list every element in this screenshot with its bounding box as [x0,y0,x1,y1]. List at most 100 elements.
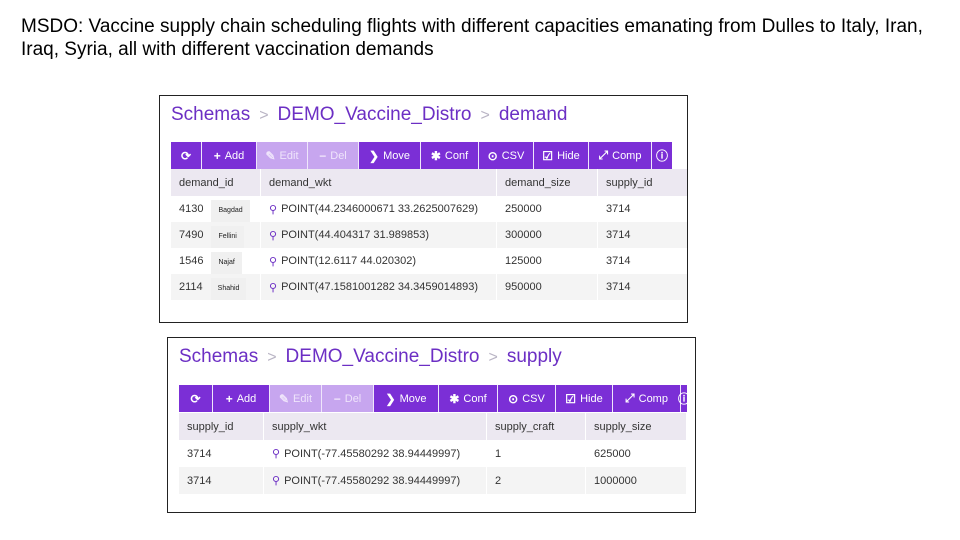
edit-button[interactable]: ✎ Edit [270,385,322,412]
pencil-icon: ✎ [265,148,276,163]
supply-craft: 2 [487,467,586,494]
city-label: Fellini [211,226,244,248]
breadcrumb: Schemas > DEMO_Vaccine_Distro > demand [171,104,568,126]
breadcrumb-schemas[interactable]: Schemas [171,104,250,125]
breadcrumb-schema-name[interactable]: DEMO_Vaccine_Distro [286,346,480,367]
demand-wkt: POINT(44.404317 31.989853) [281,229,430,241]
button-label: Hide [557,149,580,162]
button-label: Add [224,149,245,162]
edit-button[interactable]: ✎ Edit [257,142,308,169]
add-button[interactable]: + Add [202,142,257,169]
gear-icon: ✱ [430,148,441,163]
del-button[interactable]: − Del [322,385,374,412]
chevron-right-icon: > [267,349,277,366]
supply-id: 3714 [598,274,687,300]
hide-button[interactable]: ☑ Hide [556,385,613,412]
button-label: Edit [279,149,299,162]
refresh-button[interactable]: ⟳ [171,142,202,169]
move-button[interactable]: ❯ Move [374,385,439,412]
table-row[interactable]: 7490 Fellini ⚲ POINT(44.404317 31.989853)… [171,222,687,248]
button-label: Move [399,392,427,405]
info-button[interactable]: ⓘ [652,142,672,169]
csv-button[interactable]: ⊙ CSV [498,385,556,412]
supply-craft: 1 [487,440,586,467]
column-header-supply-wkt[interactable]: supply_wkt [264,413,487,440]
supply-id: 3714 [598,248,687,274]
map-pin-icon: ⚲ [269,255,278,268]
info-button[interactable]: ⓘ [678,385,690,412]
column-header-demand-size[interactable]: demand_size [497,169,598,196]
minus-icon: − [319,148,327,163]
comp-button[interactable]: ⤢ Comp [613,385,681,412]
refresh-button[interactable]: ⟳ [179,385,213,412]
demand-size: 300000 [497,222,598,248]
table-row[interactable]: 4130 Bagdad ⚲ POINT(44.2346000671 33.2625… [171,196,687,222]
breadcrumb-table-name: demand [498,104,568,125]
demand-table-panel: Schemas > DEMO_Vaccine_Distro > demand ⟳ + Add… [159,95,688,323]
button-label: Comp [612,149,642,162]
csv-button[interactable]: ⊙ CSV [479,142,534,169]
chevron-right-icon: ❯ [385,391,396,406]
table-header: demand_id demand_wkt demand_size supply_… [171,169,687,196]
column-header-supply-craft[interactable]: supply_craft [487,413,586,440]
supply-id: 3714 [179,467,264,494]
table-row[interactable]: 3714 ⚲ POINT(-77.45580292 38.94449997) 2 … [179,467,687,494]
column-header-supply-id[interactable]: supply_id [179,413,264,440]
demand-table: demand_id demand_wkt demand_size supply_… [171,169,687,300]
hide-button[interactable]: ☑ Hide [534,142,589,169]
chevron-right-icon: > [259,107,269,124]
button-label: Del [344,392,362,405]
supply-wkt: POINT(-77.45580292 38.94449997) [284,474,461,487]
download-circle-icon: ⊙ [508,391,519,406]
map-pin-icon: ⚲ [269,203,278,216]
comp-button[interactable]: ⤢ Comp [589,142,652,169]
table-row[interactable]: 2114 Shahid ⚲ POINT(47.1581001282 34.3459… [171,274,687,300]
refresh-icon: ⟳ [190,391,201,406]
breadcrumb: Schemas > DEMO_Vaccine_Distro > supply [179,346,562,368]
table-row[interactable]: 1546 Najaf ⚲ POINT(12.6117 44.020302) 125… [171,248,687,274]
check-square-icon: ☑ [542,148,554,163]
demand-id: 1546 [179,255,204,267]
download-circle-icon: ⊙ [487,148,498,163]
column-header-demand-wkt[interactable]: demand_wkt [261,169,497,196]
breadcrumb-schemas[interactable]: Schemas [179,346,258,367]
table-row[interactable]: 3714 ⚲ POINT(-77.45580292 38.94449997) 1 … [179,440,687,467]
del-button[interactable]: − Del [308,142,359,169]
button-label: Hide [580,392,603,405]
wand-icon: ⤢ [625,391,635,405]
demand-id: 7490 [179,229,204,241]
demand-size: 125000 [497,248,598,274]
city-label: Shahid [210,278,247,300]
info-icon: ⓘ [655,149,668,163]
supply-id: 3714 [598,222,687,248]
chevron-right-icon: > [488,349,498,366]
supply-wkt: POINT(-77.45580292 38.94449997) [284,447,461,460]
demand-wkt: POINT(44.2346000671 33.2625007629) [281,203,478,215]
column-header-supply-size[interactable]: supply_size [586,413,687,440]
button-label: Comp [638,392,668,405]
move-button[interactable]: ❯ Move [359,142,421,169]
minus-icon: − [333,391,341,406]
table-header: supply_id supply_wkt supply_craft supply… [179,413,687,440]
add-button[interactable]: + Add [213,385,270,412]
toolbar: ⟳ + Add ✎ Edit − Del ❯ Move ✱ Conf ⊙ CSV ☑ Hide ⤢ Comp ⓘ [171,142,672,169]
toolbar: ⟳ + Add ✎ Edit − Del ❯ Move ✱ Conf ⊙ CSV ☑ Hide ⤢ Comp ⓘ [179,385,690,412]
button-label: Move [383,149,410,162]
conf-button[interactable]: ✱ Conf [421,142,479,169]
chevron-right-icon: > [480,107,490,124]
demand-id: 4130 [179,203,204,215]
map-pin-icon: ⚲ [269,281,278,294]
refresh-icon: ⟳ [180,148,192,163]
demand-wkt: POINT(47.1581001282 34.3459014893) [281,281,478,293]
demand-id: 2114 [179,281,203,293]
breadcrumb-schema-name[interactable]: DEMO_Vaccine_Distro [278,104,472,125]
supply-id: 3714 [179,440,264,467]
conf-button[interactable]: ✱ Conf [439,385,498,412]
supply-size: 1000000 [586,467,687,494]
pencil-icon: ✎ [278,391,290,406]
column-header-supply-id[interactable]: supply_id [598,169,687,196]
column-header-demand-id[interactable]: demand_id [171,169,261,196]
demand-size: 250000 [497,196,598,222]
plus-icon: + [225,391,233,406]
check-square-icon: ☑ [565,391,577,406]
